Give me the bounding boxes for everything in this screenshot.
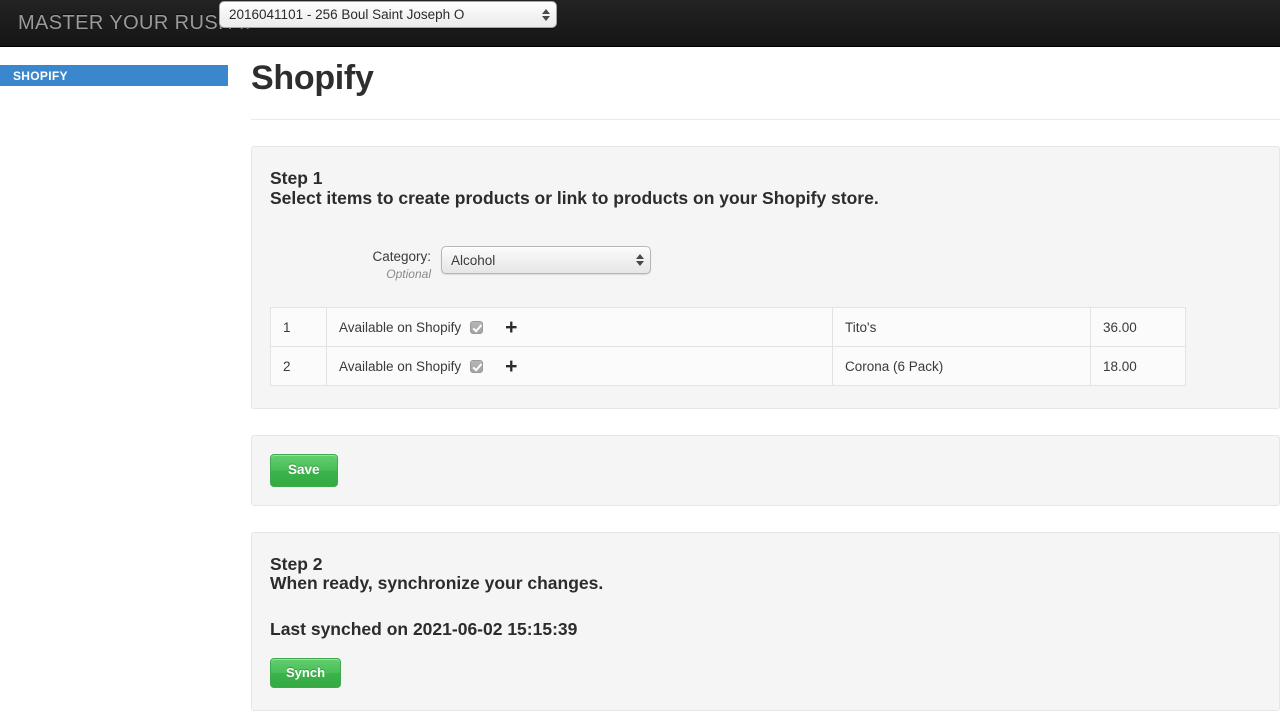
sidebar: SHOPIFY	[0, 47, 228, 720]
category-label-group: Category: Optional	[362, 246, 441, 281]
stepper-updown-icon	[636, 254, 644, 267]
step2-panel: Step 2 When ready, synchronize your chan…	[251, 531, 1280, 711]
sidebar-item-label: SHOPIFY	[13, 68, 68, 83]
available-label: Available on Shopify	[339, 358, 462, 374]
store-selector[interactable]: 2016041101 - 256 Boul Saint Joseph O	[219, 1, 557, 28]
step1-heading: Step 1	[270, 168, 323, 188]
row-available-cell: Available on Shopify +	[326, 346, 833, 387]
sidebar-item-shopify[interactable]: SHOPIFY	[0, 65, 228, 86]
app-brand-title: MASTER YOUR RUSH ::	[18, 11, 251, 34]
category-select-value: Alcohol	[451, 252, 496, 268]
synch-button-row: Synch	[270, 657, 1279, 688]
available-checkbox[interactable]	[470, 320, 484, 334]
step2-subheading: When ready, synchronize your changes.	[270, 573, 604, 594]
stepper-updown-icon	[542, 8, 550, 21]
items-table: 1 Available on Shopify + Tito's 36.00 2 …	[270, 307, 1186, 387]
save-button[interactable]: Save	[270, 454, 338, 487]
step2-heading-group: Step 2 When ready, synchronize your chan…	[270, 553, 1279, 594]
synch-button[interactable]: Synch	[270, 657, 342, 688]
available-label: Available on Shopify	[339, 319, 462, 335]
step2-heading: Step 2	[270, 553, 323, 574]
page-body: SHOPIFY Shopify Step 1 Select items to c…	[0, 47, 1280, 720]
top-bar: MASTER YOUR RUSH :: 2016041101 - 256 Bou…	[0, 0, 1280, 47]
row-index-cell: 1	[270, 307, 327, 348]
table-row[interactable]: 2 Available on Shopify + Corona (6 Pack)…	[270, 346, 1186, 387]
category-optional-note: Optional	[386, 267, 431, 282]
store-selector-value: 2016041101 - 256 Boul Saint Joseph O	[229, 7, 465, 22]
row-product-name-cell: Tito's	[832, 307, 1091, 348]
plus-icon[interactable]: +	[505, 317, 517, 338]
page-title: Shopify	[251, 59, 374, 97]
plus-icon[interactable]: +	[505, 356, 517, 377]
category-row: Category: Optional Alcohol	[270, 246, 1279, 281]
table-row[interactable]: 1 Available on Shopify + Tito's 36.00	[270, 307, 1186, 348]
row-price-cell: 36.00	[1090, 307, 1186, 348]
row-available-cell: Available on Shopify +	[326, 307, 833, 348]
save-panel: Save	[251, 435, 1280, 506]
title-divider	[251, 119, 1280, 120]
category-select[interactable]: Alcohol	[441, 246, 651, 275]
main-content: Shopify Step 1 Select items to create pr…	[228, 47, 1280, 720]
row-index-cell: 2	[270, 346, 327, 387]
row-price-cell: 18.00	[1090, 346, 1186, 387]
last-synched-text: Last synched on 2021-06-02 15:15:39	[270, 618, 578, 639]
step1-panel: Step 1 Select items to create products o…	[251, 146, 1280, 410]
row-product-name-cell: Corona (6 Pack)	[832, 346, 1091, 387]
available-checkbox[interactable]	[470, 359, 484, 373]
step1-heading-group: Step 1 Select items to create products o…	[270, 168, 1279, 208]
store-selector-box[interactable]: 2016041101 - 256 Boul Saint Joseph O	[219, 1, 557, 28]
category-select-box[interactable]: Alcohol	[441, 246, 651, 275]
category-label: Category:	[372, 249, 431, 265]
step1-subheading: Select items to create products or link …	[270, 187, 879, 208]
